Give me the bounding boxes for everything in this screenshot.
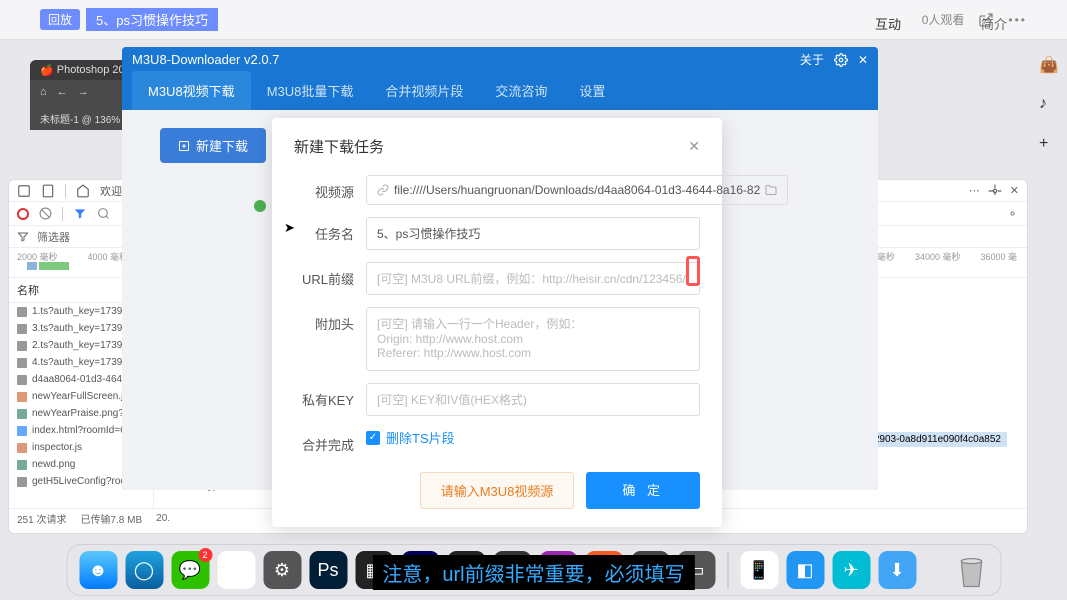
headers-textarea[interactable]: [可空] 请输入一行一个Header，例如： Origin: http://ww… [366,307,700,371]
tab-batch-download[interactable]: M3U8批量下载 [251,71,370,110]
warning-button[interactable]: 请输入M3U8视频源 [420,472,575,509]
more-icon[interactable]: ••• [1008,13,1027,27]
delete-ts-checkbox[interactable]: ✓ [366,431,380,445]
bag-icon[interactable]: 👜 [1039,55,1057,73]
close-icon[interactable]: ✕ [858,53,868,67]
folder-icon[interactable] [765,184,777,196]
tab-intro[interactable]: 简介 [981,14,1007,39]
trash-icon[interactable] [954,551,988,589]
gear-icon[interactable] [834,53,848,67]
headers-label: 附加头 [294,307,354,333]
ps-title: Photoshop 202 [57,64,131,76]
finder-icon[interactable]: ☻ [79,551,117,589]
about-link[interactable]: 关于 [800,51,824,68]
merge-label: 合并完成 [294,428,354,454]
tab-interact[interactable]: 互动 [875,14,901,39]
launchpad-icon[interactable]: ⊞ [217,551,255,589]
prefix-label: URL前缀 [294,262,354,288]
timeline-tick: 36000 毫 [980,250,1017,263]
ok-button[interactable]: 确 定 [586,472,700,509]
clear-icon[interactable] [39,207,52,220]
ps-arrow-icon[interactable]: → [78,86,89,98]
funnel-icon [17,231,29,243]
home-icon[interactable] [76,184,90,198]
key-label: 私有KEY [294,383,354,409]
highlight-annotation [686,256,700,286]
edge-icon[interactable]: ◯ [125,551,163,589]
filter-label[interactable]: 筛选器 [37,229,70,245]
tab-feedback[interactable]: 交流咨询 [479,71,563,110]
private-key-input[interactable]: [可空] KEY和IV值(HEX格式) [366,383,700,416]
mouse-cursor: ➤ [284,220,295,236]
modal-title: 新建下载任务 [294,136,384,157]
source-label: 视频源 [294,175,354,201]
new-download-button[interactable]: 新建下载 [160,128,266,163]
request-count: 251 次请求 [17,511,66,526]
ps-arrow-icon[interactable]: ← [57,86,68,98]
tab-settings[interactable]: 设置 [563,71,621,110]
gear-icon[interactable] [988,184,1002,198]
new-task-modal: 新建下载任务 ✕ 视频源 file:////Users/huangruonan/… [272,118,722,527]
replay-badge[interactable]: 回放 [40,9,80,30]
status-number: 20. [156,513,170,524]
timeline-tick: 毫秒 [877,250,895,263]
tab-merge-segments[interactable]: 合并视频片段 [369,71,479,110]
search-icon[interactable] [97,207,110,220]
timeline-tick: 34000 毫秒 [915,250,961,263]
right-sidebar: 👜 ♪ + [1035,55,1061,153]
modal-close-icon[interactable]: ✕ [688,138,700,155]
window-title: M3U8-Downloader v2.0.7 [132,52,279,67]
plus-square-icon [178,140,190,152]
highlighted-text: 2903-0a8d911e090f4c0a852 [868,432,1007,447]
plus-icon[interactable]: + [1039,135,1057,153]
transferred-size: 已传输7.8 MB [80,511,142,526]
video-subtitle: 注意，url前缀非常重要，必须填写 [372,555,694,590]
app-icon[interactable]: ✈ [832,551,870,589]
music-icon[interactable]: ♪ [1039,95,1057,113]
name-label: 任务名 [294,217,354,243]
source-input[interactable]: file:////Users/huangruonan/Downloads/d4a… [366,175,788,205]
photoshop-icon[interactable]: Ps [309,551,347,589]
ps-home-icon[interactable]: ⌂ [40,86,47,98]
tab-video-download[interactable]: M3U8视频下载 [132,71,251,110]
checkmark-icon [254,200,266,212]
welcome-tab[interactable]: 欢迎 [100,183,122,199]
record-icon[interactable] [17,208,29,220]
settings-icon[interactable]: ⚙ [263,551,301,589]
inspect-icon[interactable] [17,184,31,198]
page-title: 5、ps习惯操作技巧 [86,8,218,31]
right-tabs: 互动 简介 [875,14,1007,39]
app-icon[interactable]: ◧ [786,551,824,589]
link-icon [377,184,389,196]
url-prefix-input[interactable]: [可空] M3U8 URL前缀，例如：http://heisir.cn/cdn/… [366,262,700,295]
badge: 2 [198,548,212,562]
close-icon[interactable]: ✕ [1010,184,1019,197]
iphone-mirror-icon[interactable]: 📱 [740,551,778,589]
settings-icon[interactable] [1006,207,1019,220]
name-input[interactable]: 5、ps习惯操作技巧 [366,217,700,250]
device-icon[interactable] [41,184,55,198]
filter-toggle-icon[interactable] [73,207,87,221]
more-icon[interactable]: ⋯ [969,184,980,197]
delete-ts-label: 删除TS片段 [386,428,455,447]
downloads-icon[interactable]: ⬇ [878,551,916,589]
wechat-icon[interactable]: 💬2 [171,551,209,589]
